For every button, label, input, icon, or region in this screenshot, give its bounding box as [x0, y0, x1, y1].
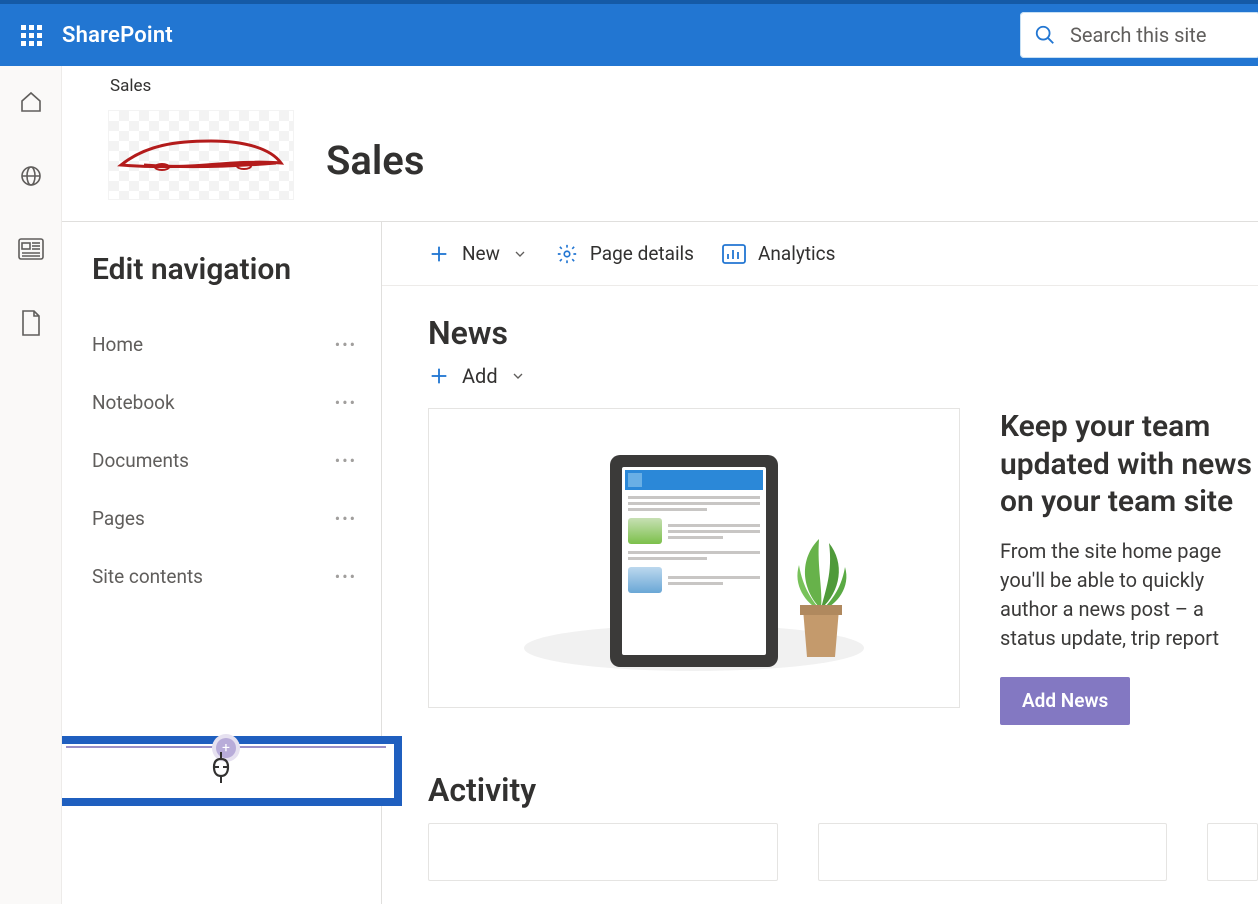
nav-item-site-contents[interactable]: Site contents •••: [92, 547, 381, 605]
nav-item-label: Notebook: [92, 391, 335, 414]
page-details-label: Page details: [590, 242, 694, 265]
nav-item-notebook[interactable]: Notebook •••: [92, 373, 381, 431]
chevron-down-icon: [512, 246, 528, 262]
analytics-label: Analytics: [758, 242, 835, 265]
plus-icon: [428, 365, 450, 387]
nav-item-label: Pages: [92, 507, 335, 530]
chevron-down-icon: [510, 368, 526, 384]
nav-item-label: Site contents: [92, 565, 335, 588]
nav-item-home[interactable]: Home •••: [92, 315, 381, 373]
nav-insert-slot[interactable]: +: [62, 736, 402, 806]
news-body: From the site home page you'll be able t…: [1000, 537, 1258, 653]
add-label: Add: [462, 364, 498, 388]
search-placeholder: Search this site: [1070, 23, 1206, 47]
cursor-icon: [212, 750, 240, 784]
add-news-button[interactable]: Add News: [1000, 677, 1130, 725]
edit-navigation-pane: Edit navigation Home ••• Notebook ••• Do…: [62, 222, 382, 904]
new-label: New: [462, 242, 500, 265]
breadcrumb[interactable]: Sales: [110, 76, 151, 96]
suite-bar: SharePoint Search this site: [0, 0, 1258, 66]
more-icon[interactable]: •••: [335, 393, 357, 412]
site-logo[interactable]: [108, 110, 294, 200]
analytics-icon: [722, 244, 746, 264]
app-rail: [0, 66, 62, 904]
more-icon[interactable]: •••: [335, 451, 357, 470]
command-bar: New Page details: [382, 222, 1258, 286]
nav-item-label: Home: [92, 333, 335, 356]
add-news-button-label: Add News: [1022, 689, 1108, 712]
news-text: Keep your team updated with news on your…: [1000, 408, 1258, 725]
app-launcher-button[interactable]: [0, 4, 62, 66]
plus-icon: [428, 243, 450, 265]
gear-icon: [556, 243, 578, 265]
nav-heading: Edit navigation: [92, 252, 381, 287]
search-icon: [1034, 24, 1056, 46]
news-hero-image: [428, 408, 960, 708]
news-row: Keep your team updated with news on your…: [428, 408, 1258, 725]
activity-card[interactable]: [428, 823, 778, 881]
activity-cards: [428, 823, 1258, 881]
waffle-icon: [21, 25, 42, 46]
new-button[interactable]: New: [428, 242, 528, 265]
tablet-illustration: [610, 455, 778, 667]
nav-item-label: Documents: [92, 449, 335, 472]
page-details-button[interactable]: Page details: [556, 242, 694, 265]
news-title: News: [428, 314, 1258, 352]
more-icon[interactable]: •••: [335, 567, 357, 586]
site-header: Sales: [62, 66, 1258, 222]
suite-brand[interactable]: SharePoint: [62, 23, 173, 48]
nav-item-pages[interactable]: Pages •••: [92, 489, 381, 547]
rail-files-icon[interactable]: [20, 310, 42, 340]
rail-news-icon[interactable]: [18, 238, 44, 264]
activity-card[interactable]: [818, 823, 1168, 881]
nav-item-documents[interactable]: Documents •••: [92, 431, 381, 489]
search-box[interactable]: Search this site: [1020, 12, 1258, 58]
more-icon[interactable]: •••: [335, 335, 357, 354]
rail-home-icon[interactable]: [19, 90, 43, 118]
add-news-dropdown[interactable]: Add: [428, 364, 1258, 388]
analytics-button[interactable]: Analytics: [722, 242, 835, 265]
activity-title: Activity: [428, 771, 1258, 809]
main-pane: New Page details: [382, 222, 1258, 904]
plant-illustration: [781, 529, 861, 669]
site-title: Sales: [326, 137, 424, 184]
activity-card[interactable]: [1207, 823, 1258, 881]
rail-globe-icon[interactable]: [19, 164, 43, 192]
more-icon[interactable]: •••: [335, 509, 357, 528]
news-headline: Keep your team updated with news on your…: [1000, 408, 1258, 521]
